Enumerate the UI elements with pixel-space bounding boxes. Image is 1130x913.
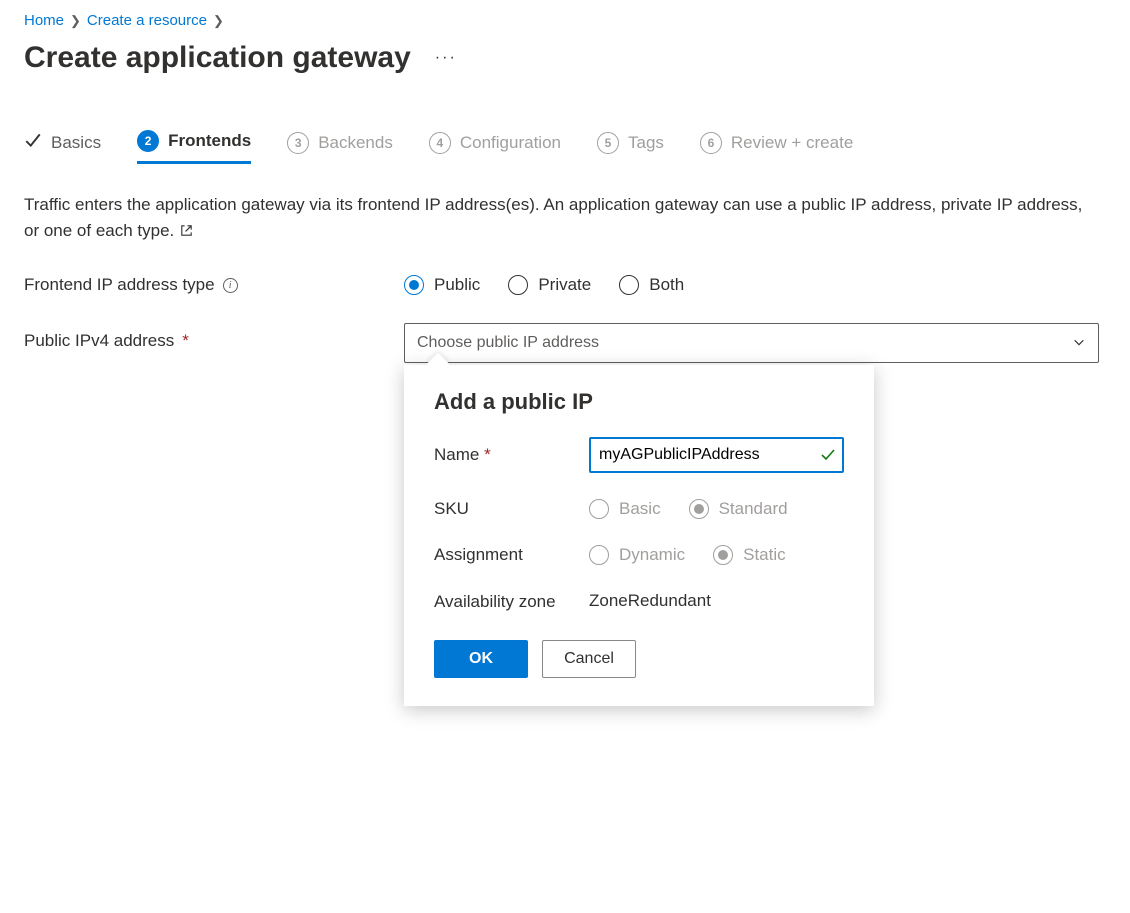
radio-assign-dynamic: Dynamic xyxy=(589,545,685,565)
flyout-title: Add a public IP xyxy=(434,389,844,415)
flyout-buttons: OK Cancel xyxy=(434,640,844,678)
name-label: Name * xyxy=(434,445,589,465)
chevron-right-icon: ❯ xyxy=(70,13,81,29)
tab-label: Tags xyxy=(628,133,664,153)
name-input-wrapper xyxy=(589,437,844,473)
name-input[interactable] xyxy=(599,446,820,464)
checkmark-icon xyxy=(24,131,42,154)
tab-configuration[interactable]: 4 Configuration xyxy=(429,132,561,163)
step-number-icon: 5 xyxy=(597,132,619,154)
breadcrumb-home[interactable]: Home xyxy=(24,12,64,29)
required-indicator: * xyxy=(182,331,189,351)
radio-label: Both xyxy=(649,275,684,295)
public-ip-label: Public IPv4 address * xyxy=(24,323,404,351)
radio-assign-static: Static xyxy=(713,545,786,565)
radio-sku-standard: Standard xyxy=(689,499,788,519)
more-actions-button[interactable]: ··· xyxy=(429,43,463,73)
validation-check-icon xyxy=(820,446,836,465)
ok-button[interactable]: OK xyxy=(434,640,528,678)
page-header: Create application gateway ··· xyxy=(24,41,1106,75)
flyout-az-row: Availability zone ZoneRedundant xyxy=(434,591,844,614)
public-ip-dropdown[interactable]: Choose public IP address xyxy=(404,323,1099,363)
info-icon[interactable]: i xyxy=(223,278,238,293)
description-text: Traffic enters the application gateway v… xyxy=(24,192,1084,245)
chevron-right-icon: ❯ xyxy=(213,13,224,29)
radio-public[interactable]: Public xyxy=(404,275,480,295)
sku-label: SKU xyxy=(434,499,589,519)
required-indicator: * xyxy=(484,445,491,464)
radio-label: Static xyxy=(743,545,786,565)
field-frontend-ip-type: Frontend IP address type i Public Privat… xyxy=(24,275,1106,295)
tab-label: Frontends xyxy=(168,131,251,151)
ip-type-radio-group: Public Private Both xyxy=(404,275,684,295)
chevron-down-icon xyxy=(1072,335,1086,354)
assignment-label: Assignment xyxy=(434,545,589,565)
ip-type-label: Frontend IP address type i xyxy=(24,275,404,295)
tab-label: Configuration xyxy=(460,133,561,153)
radio-label: Private xyxy=(538,275,591,295)
tab-tags[interactable]: 5 Tags xyxy=(597,132,664,163)
label-text: Name xyxy=(434,445,479,464)
wizard-tabs: Basics 2 Frontends 3 Backends 4 Configur… xyxy=(24,130,1106,164)
tab-label: Backends xyxy=(318,133,393,153)
radio-label: Basic xyxy=(619,499,661,519)
add-public-ip-flyout: Add a public IP Name * SKU xyxy=(404,365,874,706)
sku-radio-group: Basic Standard xyxy=(589,499,844,519)
flyout-sku-row: SKU Basic Standard xyxy=(434,499,844,519)
tab-basics[interactable]: Basics xyxy=(24,131,101,163)
label-text: Public IPv4 address xyxy=(24,331,174,351)
tab-backends[interactable]: 3 Backends xyxy=(287,132,393,163)
flyout-assignment-row: Assignment Dynamic Static xyxy=(434,545,844,565)
dropdown-placeholder: Choose public IP address xyxy=(417,334,599,352)
assignment-radio-group: Dynamic Static xyxy=(589,545,844,565)
tab-review-create[interactable]: 6 Review + create xyxy=(700,132,853,163)
breadcrumb-create-resource[interactable]: Create a resource xyxy=(87,12,207,29)
step-number-icon: 3 xyxy=(287,132,309,154)
tab-label: Review + create xyxy=(731,133,853,153)
step-number-icon: 2 xyxy=(137,130,159,152)
step-number-icon: 4 xyxy=(429,132,451,154)
field-public-ipv4: Public IPv4 address * Choose public IP a… xyxy=(24,323,1106,387)
flyout-name-row: Name * xyxy=(434,437,844,473)
radio-label: Public xyxy=(434,275,480,295)
az-label: Availability zone xyxy=(434,591,589,614)
radio-both[interactable]: Both xyxy=(619,275,684,295)
radio-private[interactable]: Private xyxy=(508,275,591,295)
external-link-icon[interactable] xyxy=(179,220,194,246)
radio-label: Standard xyxy=(719,499,788,519)
az-value: ZoneRedundant xyxy=(589,591,844,611)
page-title: Create application gateway xyxy=(24,41,411,75)
tab-frontends[interactable]: 2 Frontends xyxy=(137,130,251,164)
public-ip-control: Choose public IP address Add new Add a p… xyxy=(404,323,1106,387)
radio-label: Dynamic xyxy=(619,545,685,565)
radio-sku-basic: Basic xyxy=(589,499,661,519)
breadcrumb: Home ❯ Create a resource ❯ xyxy=(24,12,1106,29)
tab-label: Basics xyxy=(51,133,101,153)
label-text: Frontend IP address type xyxy=(24,275,215,295)
cancel-button[interactable]: Cancel xyxy=(542,640,636,678)
step-number-icon: 6 xyxy=(700,132,722,154)
